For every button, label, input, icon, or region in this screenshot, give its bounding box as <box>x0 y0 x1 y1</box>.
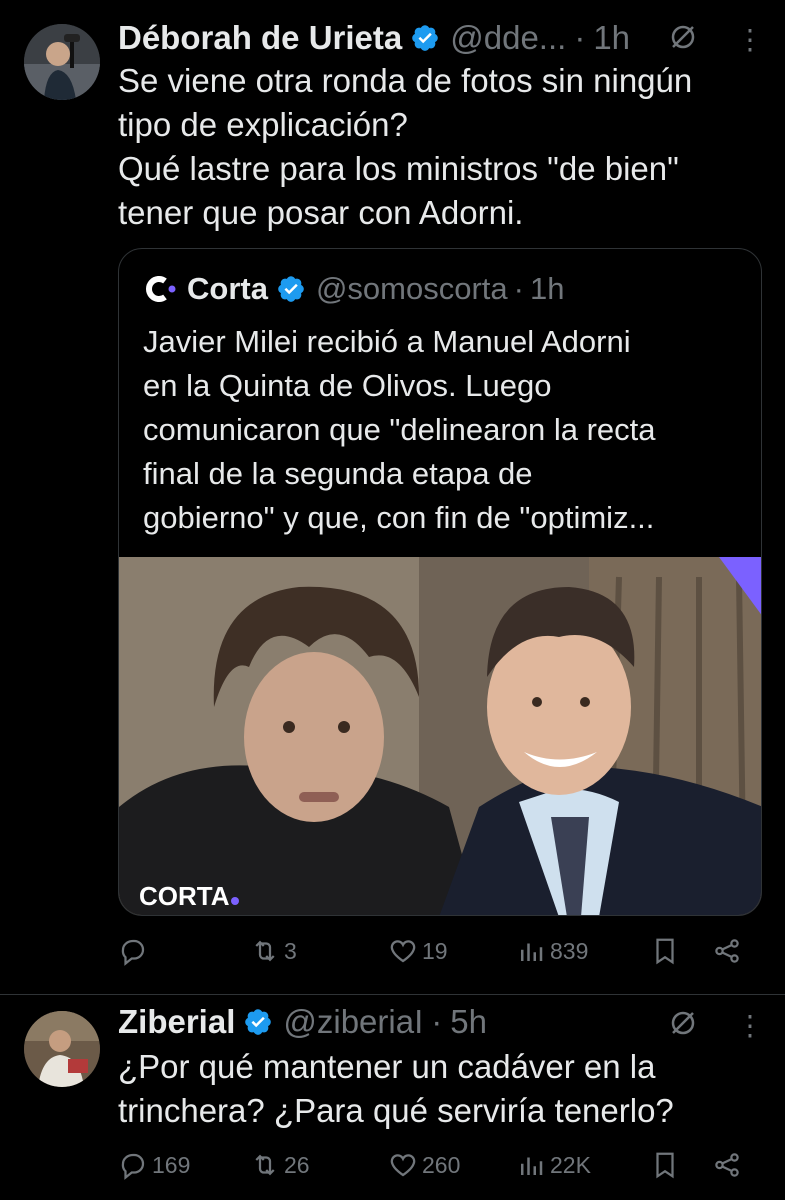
like-icon <box>390 1154 416 1177</box>
repost-button[interactable]: 26 <box>250 1150 310 1180</box>
separator-dot: · <box>574 19 586 56</box>
avatar[interactable] <box>24 24 100 100</box>
quote-photo[interactable]: CORTA <box>119 557 761 915</box>
like-count: 260 <box>422 1151 461 1178</box>
quoted-tweet[interactable]: Corta @somoscorta · 1h Javier Milei reci… <box>118 248 762 916</box>
reply-button[interactable] <box>118 936 152 966</box>
view-count: 22K <box>550 1151 591 1178</box>
tweet-header: Ziberial @ziberiaI · 5h <box>118 1003 487 1041</box>
bookmark-icon <box>656 938 674 965</box>
handle[interactable]: @dde... <box>450 19 566 57</box>
display-name[interactable]: Ziberial <box>118 1003 235 1041</box>
tweet-actions: 3 19 839 <box>118 936 758 976</box>
bookmark-icon <box>656 1152 674 1179</box>
corta-logo-icon <box>143 272 177 306</box>
tweet-ziberial[interactable]: Ziberial @ziberiaI · 5h ⋮ ¿Por qué mante… <box>0 995 785 1200</box>
share-icon <box>715 1153 739 1177</box>
more-icon[interactable]: ⋮ <box>736 26 764 54</box>
like-count: 19 <box>422 937 448 964</box>
timestamp[interactable]: 1h <box>593 19 630 57</box>
view-count: 839 <box>550 937 589 964</box>
quote-handle[interactable]: @somoscorta <box>316 271 508 307</box>
share-button[interactable] <box>712 936 742 966</box>
views-icon <box>521 943 543 961</box>
more-icon[interactable]: ⋮ <box>736 1012 764 1040</box>
tweet-actions: 169 26 260 22K <box>118 1150 758 1190</box>
bookmark-button[interactable] <box>650 1150 680 1180</box>
avatar[interactable] <box>24 1011 100 1087</box>
tweet-text: Se viene otra ronda de fotos sin ningún … <box>118 62 693 231</box>
tweet-text: ¿Por qué mantener un cadáver en la trinc… <box>118 1048 674 1129</box>
reply-count: 169 <box>152 1151 191 1178</box>
reply-icon <box>121 1153 145 1180</box>
like-button[interactable]: 260 <box>388 1150 460 1180</box>
grok-icon[interactable] <box>668 22 698 52</box>
quote-header: Corta @somoscorta · 1h <box>143 271 564 307</box>
display-name[interactable]: Déborah de Urieta <box>118 19 402 57</box>
share-icon <box>715 939 739 963</box>
verified-badge-icon <box>410 23 440 53</box>
bookmark-button[interactable] <box>650 936 680 966</box>
grok-icon[interactable] <box>668 1008 698 1038</box>
tweet-header: Déborah de Urieta @dde... · 1h <box>118 19 630 57</box>
repost-count: 26 <box>284 1151 310 1178</box>
separator-dot: · <box>513 271 524 306</box>
tweet-deborah[interactable]: Déborah de Urieta @dde... · 1h ⋮ Se vien… <box>0 0 785 994</box>
quote-text: Javier Milei recibió a Manuel Adorni en … <box>143 324 656 535</box>
repost-button[interactable]: 3 <box>250 936 297 966</box>
separator-dot: · <box>431 1003 443 1040</box>
handle[interactable]: @ziberiaI <box>283 1003 423 1041</box>
corta-watermark: CORTA <box>139 881 230 911</box>
repost-icon <box>255 940 275 962</box>
reply-icon <box>121 939 145 966</box>
like-button[interactable]: 19 <box>388 936 448 966</box>
quote-display-name[interactable]: Corta <box>187 271 268 307</box>
share-button[interactable] <box>712 1150 742 1180</box>
repost-count: 3 <box>284 937 297 964</box>
repost-icon <box>255 1154 275 1176</box>
verified-badge-icon <box>243 1007 273 1037</box>
views-button[interactable]: 22K <box>516 1150 591 1180</box>
quote-timestamp[interactable]: 1h <box>530 271 564 307</box>
views-icon <box>521 1157 543 1175</box>
like-icon <box>390 940 416 963</box>
verified-badge-icon <box>276 274 306 304</box>
timestamp[interactable]: 5h <box>450 1003 487 1041</box>
views-button[interactable]: 839 <box>516 936 588 966</box>
reply-button[interactable]: 169 <box>118 1150 190 1180</box>
